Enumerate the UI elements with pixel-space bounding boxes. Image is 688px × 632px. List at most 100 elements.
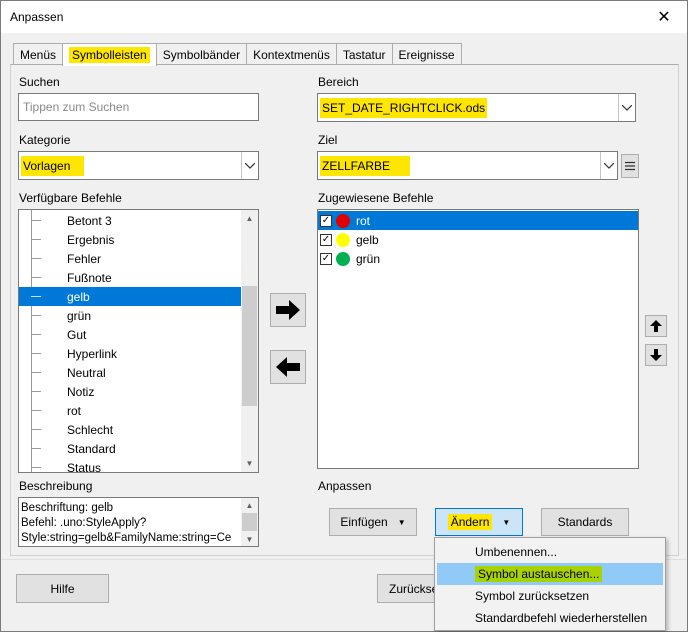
description-scrollbar[interactable]: ▲ ▼: [241, 498, 258, 546]
assigned-command-item[interactable]: ✓ gelb: [318, 230, 638, 249]
modify-dropdown-menu: Umbenennen... Symbol austauschen... Symb…: [434, 537, 666, 631]
available-command-label: Fehler: [67, 251, 102, 266]
caret-down-icon: ▼: [397, 517, 406, 527]
available-command-label: rot: [67, 403, 82, 418]
search-placeholder: Tippen zum Suchen: [23, 100, 130, 114]
available-command-label: Standard: [67, 441, 116, 456]
available-command-item[interactable]: grün: [19, 306, 242, 325]
scope-label: Bereich: [318, 75, 359, 89]
arrow-right-icon: [276, 300, 300, 320]
insert-button[interactable]: Einfügen ▼: [329, 508, 417, 536]
chevron-down-icon[interactable]: [600, 152, 617, 179]
available-command-item[interactable]: Notiz: [19, 382, 242, 401]
target-select[interactable]: ZELLFARBE: [317, 151, 618, 180]
available-commands-label: Verfügbare Befehle: [19, 191, 122, 205]
available-command-item[interactable]: Status: [19, 458, 242, 472]
move-down-button[interactable]: [645, 344, 667, 366]
available-commands-list[interactable]: Betont 3 Ergebnis Fehler Fußnote gelb grün Gut…: [18, 209, 259, 473]
checkbox[interactable]: ✓: [320, 214, 332, 227]
close-button[interactable]: ✕: [641, 1, 687, 32]
tab-keyboard[interactable]: Tastatur: [335, 43, 393, 65]
menu-item-change-icon[interactable]: Symbol austauschen...: [437, 563, 663, 585]
color-dot-icon: [336, 232, 350, 247]
available-command-item[interactable]: Neutral: [19, 363, 242, 382]
assigned-command-item[interactable]: ✓ rot: [318, 211, 638, 230]
available-command-item[interactable]: Fehler: [19, 249, 242, 268]
customize-label: Anpassen: [318, 479, 372, 493]
available-command-label: Notiz: [67, 384, 95, 399]
search-label: Suchen: [19, 75, 60, 89]
available-command-item[interactable]: Standard: [19, 439, 242, 458]
tree-connector: [31, 315, 41, 316]
help-button-label: Hilfe: [50, 581, 75, 596]
scroll-thumb[interactable]: [242, 286, 257, 406]
scope-select[interactable]: SET_DATE_RIGHTCLICK.ods: [317, 93, 636, 122]
defaults-button[interactable]: Standards: [541, 508, 629, 536]
target-menu-button[interactable]: [621, 154, 639, 178]
available-command-item[interactable]: rot: [19, 401, 242, 420]
assigned-command-item[interactable]: ✓ grün: [318, 249, 638, 268]
add-command-button[interactable]: [270, 293, 306, 327]
tab-bar: Menüs Symbolleisten Symbolbänder Kontext…: [13, 43, 462, 66]
category-select[interactable]: Vorlagen: [18, 151, 259, 180]
available-command-item[interactable]: Schlecht: [19, 420, 242, 439]
reset-button[interactable]: Zurückse: [377, 574, 439, 603]
tab-label: Symbolleisten: [69, 47, 150, 63]
tab-notebookbars[interactable]: Symbolbänder: [155, 43, 248, 65]
scroll-up-icon[interactable]: ▲: [241, 210, 258, 227]
checkbox[interactable]: ✓: [320, 252, 332, 265]
arrow-left-icon: [276, 357, 300, 377]
target-value: ZELLFARBE: [320, 155, 411, 176]
description-line: Befehl: .uno:StyleApply?: [21, 517, 147, 529]
title-bar: Anpassen ✕: [1, 1, 687, 33]
menu-item-restore-default[interactable]: Standardbefehl wiederherstellen: [437, 607, 663, 629]
available-command-label: Ergebnis: [67, 232, 115, 247]
menu-item-reset-icon[interactable]: Symbol zurücksetzen: [437, 585, 663, 607]
description-line: Beschriftung: gelb: [21, 502, 114, 514]
chevron-down-icon[interactable]: [618, 94, 635, 121]
move-up-button[interactable]: [645, 315, 667, 337]
scroll-down-icon[interactable]: ▼: [241, 455, 258, 472]
modify-button[interactable]: Ändern ▼: [435, 508, 523, 536]
menu-item-label: Symbol austauschen...: [475, 566, 603, 582]
scroll-thumb[interactable]: [242, 513, 257, 531]
tab-menus[interactable]: Menüs: [13, 43, 64, 65]
available-command-label: Hyperlink: [67, 346, 118, 361]
assigned-command-label: grün: [356, 251, 381, 266]
search-input[interactable]: Tippen zum Suchen: [18, 93, 259, 121]
close-icon: ✕: [657, 8, 671, 26]
arrow-down-icon: [650, 349, 662, 361]
menu-item-label: Umbenennen...: [475, 545, 558, 559]
tab-events[interactable]: Ereignisse: [391, 43, 462, 65]
chevron-down-icon[interactable]: [241, 152, 258, 179]
help-button[interactable]: Hilfe: [16, 574, 109, 603]
available-command-item[interactable]: Gut: [19, 325, 242, 344]
checkbox[interactable]: ✓: [320, 233, 332, 246]
scope-value: SET_DATE_RIGHTCLICK.ods: [320, 97, 488, 118]
available-command-label: grün: [67, 308, 92, 323]
available-command-item[interactable]: Betont 3: [19, 211, 242, 230]
available-scrollbar[interactable]: ▲ ▼: [241, 210, 258, 472]
available-command-label: Schlecht: [67, 422, 114, 437]
insert-button-label: Einfügen: [340, 515, 388, 529]
tree-connector: [31, 220, 41, 221]
available-command-item[interactable]: Hyperlink: [19, 344, 242, 363]
scroll-up-icon[interactable]: ▲: [241, 498, 258, 512]
tab-context-menus[interactable]: Kontextmenüs: [246, 43, 337, 65]
scroll-down-icon[interactable]: ▼: [241, 532, 258, 546]
tree-connector: [31, 429, 41, 430]
available-command-item[interactable]: Fußnote: [19, 268, 242, 287]
tree-connector: [31, 353, 41, 354]
category-value: Vorlagen: [21, 155, 85, 176]
remove-command-button[interactable]: [270, 350, 306, 384]
assigned-commands-list[interactable]: ✓ rot ✓ gelb ✓ grün: [317, 209, 639, 469]
tab-toolbars[interactable]: Symbolleisten: [62, 43, 157, 66]
available-command-item[interactable]: Ergebnis: [19, 230, 242, 249]
arrow-up-icon: [650, 320, 662, 332]
tree-connector: [31, 334, 41, 335]
available-command-item[interactable]: gelb: [19, 287, 242, 306]
hamburger-icon: [625, 161, 635, 171]
menu-item-rename[interactable]: Umbenennen...: [437, 541, 663, 563]
tree-connector: [31, 448, 41, 449]
available-command-label: Betont 3: [67, 213, 112, 228]
